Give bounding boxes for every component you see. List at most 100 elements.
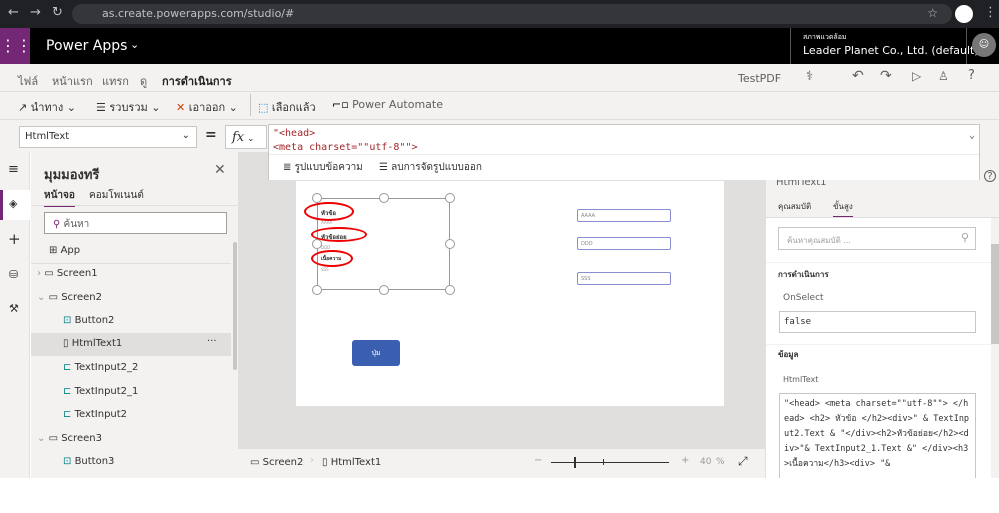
more-options-icon[interactable]: ··· [207, 336, 217, 347]
power-automate-button[interactable]: ⌐▫ Power Automate [332, 98, 443, 111]
menu-dots-icon[interactable]: ⋮ [984, 5, 997, 20]
resize-handle[interactable] [445, 193, 455, 203]
tab-file[interactable]: ไฟล์ [18, 72, 38, 90]
tree-item-button2[interactable]: ⊡ Button2 [63, 310, 263, 333]
htmltext1-control[interactable]: หัวข้อ AAAA หัวข้อย่อย DDD เนื้อความ SSS [304, 193, 455, 295]
tree-search-input[interactable]: ⚲ ค้นหา [44, 212, 227, 234]
help-icon[interactable]: ? [968, 68, 975, 83]
tree-item-screen3[interactable]: ⌄ ▭ Screen3 [37, 428, 237, 451]
zoom-slider[interactable] [551, 462, 669, 463]
format-text-button[interactable]: ≣ รูปแบบข้อความ [283, 161, 363, 175]
breadcrumb-screen[interactable]: ▭ Screen2 [250, 457, 303, 468]
textinput2[interactable]: AAAA [577, 209, 671, 222]
reload-icon[interactable]: ↻ [52, 5, 63, 20]
close-icon[interactable]: ✕ [214, 162, 226, 178]
x-icon: ✕ [176, 101, 189, 114]
tree-view-panel: มุมมองทรี ✕ หน้าจอ คอมโพเนนต์ ⚲ ค้นหา ⊞ … [31, 152, 238, 478]
layers-icon[interactable]: ◈ [9, 197, 17, 210]
address-bar[interactable]: as.create.powerapps.com/studio/# ☆ [72, 4, 952, 24]
forward-icon[interactable]: → [30, 5, 41, 20]
tree-item-screen2[interactable]: ⌄ ▭ Screen2 [37, 287, 237, 310]
expand-formula-icon[interactable]: ⌄ [969, 129, 975, 143]
selected-button[interactable]: ⬚ เลือกแล้ว [258, 98, 316, 116]
resize-handle[interactable] [445, 285, 455, 295]
tree-item-htmltext1[interactable]: ▯ HtmlText1 ··· [31, 333, 231, 356]
zoom-in-button[interactable]: + [681, 455, 689, 466]
tab-view[interactable]: ดู [140, 72, 147, 90]
tree-item-textinput2-1[interactable]: ⊏ TextInput2_1 [63, 381, 263, 404]
chevron-down-icon[interactable]: ⌄ [130, 38, 139, 51]
undo-icon[interactable]: ↶ [852, 68, 864, 84]
formula-line: "<head> [273, 128, 316, 139]
waffle-icon[interactable]: ⋮⋮ [0, 28, 32, 64]
property-search-input[interactable]: ค้นหาคุณสมบัติ ... ⚲ [778, 227, 976, 250]
formula-input[interactable]: "<head> <meta charset=""utf-8""> ⌄ ≣ รูป… [268, 124, 980, 180]
app-name[interactable]: Power Apps [46, 38, 127, 54]
env-label: สภาพแวดล้อม [803, 33, 847, 41]
tab-properties[interactable]: คุณสมบัติ [778, 200, 811, 213]
resize-handle[interactable] [379, 193, 389, 203]
zoom-unit: % [716, 457, 725, 467]
screen-icon: ▭ [48, 292, 62, 303]
avatar[interactable]: ☺ [972, 33, 996, 57]
resize-handle[interactable] [312, 239, 322, 249]
database-icon[interactable]: ⛁ [9, 268, 18, 281]
tree-item-textinput2-2[interactable]: ⊏ TextInput2_2 [63, 357, 263, 380]
resize-handle[interactable] [379, 285, 389, 295]
zoom-slider-thumb[interactable] [574, 457, 576, 468]
resize-handle[interactable] [312, 193, 322, 203]
tab-insert[interactable]: แทรก [102, 72, 129, 90]
html-value: SSS [321, 267, 329, 272]
text-input-icon: ⊏ [63, 362, 75, 373]
onselect-input[interactable]: false [779, 311, 976, 333]
screen-icon: ▭ [48, 433, 62, 444]
incognito-icon[interactable] [955, 5, 973, 23]
remove-format-button[interactable]: ☰ ลบการจัดรูปแบบออก [379, 161, 482, 175]
tools-icon[interactable]: ⚒ [9, 302, 19, 315]
tab-home[interactable]: หน้าแรก [52, 72, 93, 90]
tree-item-textinput2[interactable]: ⊏ TextInput2 [63, 404, 263, 427]
collect-button[interactable]: ☰ รวบรวม ⌄ [96, 98, 160, 116]
remove-button[interactable]: ✕ เอาออก ⌄ [176, 98, 238, 116]
arrow-icon: ↗ [18, 101, 31, 114]
hamburger-icon[interactable]: ≡ [8, 162, 19, 177]
textinput2-2[interactable]: SSS [577, 272, 671, 285]
navigate-button[interactable]: ↗ นำทาง ⌄ [18, 98, 76, 116]
tab-action[interactable]: การดำเนินการ [162, 72, 232, 94]
menu-bar: ไฟล์ หน้าแรก แทรก ดู การดำเนินการ TestPD… [0, 64, 999, 94]
section-action: การดำเนินการ [778, 270, 829, 279]
env-name[interactable]: Leader Planet Co., Ltd. (default)... [803, 44, 989, 57]
canvas-area: หัวข้อ AAAA หัวข้อย่อย DDD เนื้อความ SSS… [238, 152, 765, 448]
props-scrollbar[interactable] [991, 228, 999, 478]
text-input-icon: ⊏ [63, 409, 75, 420]
htmltext-input[interactable]: "<head> <meta charset=""utf-8""> </head>… [779, 393, 976, 478]
share-icon[interactable]: ♙ [938, 69, 949, 83]
play-icon[interactable]: ▷ [912, 69, 921, 83]
back-icon[interactable]: ← [8, 5, 19, 20]
screen2-canvas[interactable]: หัวข้อ AAAA หัวข้อย่อย DDD เนื้อความ SSS… [296, 181, 724, 406]
button-icon: ⊡ [63, 456, 75, 467]
tab-advanced[interactable]: ขั้นสูง [833, 200, 853, 218]
fullscreen-icon[interactable]: ⤢ [738, 454, 748, 469]
tree-item-button3[interactable]: ⊡ Button3 [63, 451, 263, 474]
browser-bar: ← → ↻ as.create.powerapps.com/studio/# ☆ … [0, 0, 999, 28]
tab-components[interactable]: คอมโพเนนต์ [89, 188, 144, 203]
toolbar: ↗ นำทาง ⌄ ☰ รวบรวม ⌄ ✕ เอาออก ⌄ ⬚ เลือกแ… [0, 92, 999, 120]
app-checker-icon[interactable]: ⚕ [806, 69, 813, 84]
plus-icon[interactable]: + [8, 230, 21, 248]
help-icon[interactable]: ? [984, 170, 996, 182]
zoom-out-button[interactable]: − [534, 455, 542, 466]
redo-icon[interactable]: ↷ [880, 68, 892, 84]
property-dropdown[interactable]: HtmlText ⌄ [19, 126, 197, 148]
tree-item-screen1[interactable]: › ▭ Screen1 [37, 263, 237, 286]
star-icon[interactable]: ☆ [927, 6, 938, 20]
button2[interactable]: ปุ่ม [352, 340, 400, 366]
breadcrumb-control[interactable]: ▯ HtmlText1 [322, 457, 381, 468]
tree-item-app[interactable]: ⊞ App [49, 240, 249, 263]
resize-handle[interactable] [445, 239, 455, 249]
fx-button[interactable]: fx ⌄ [225, 125, 267, 149]
list-icon: ☰ [96, 101, 110, 114]
resize-handle[interactable] [312, 285, 322, 295]
textinput2-1[interactable]: DDD [577, 237, 671, 250]
zoom-value: 40 [700, 457, 712, 467]
